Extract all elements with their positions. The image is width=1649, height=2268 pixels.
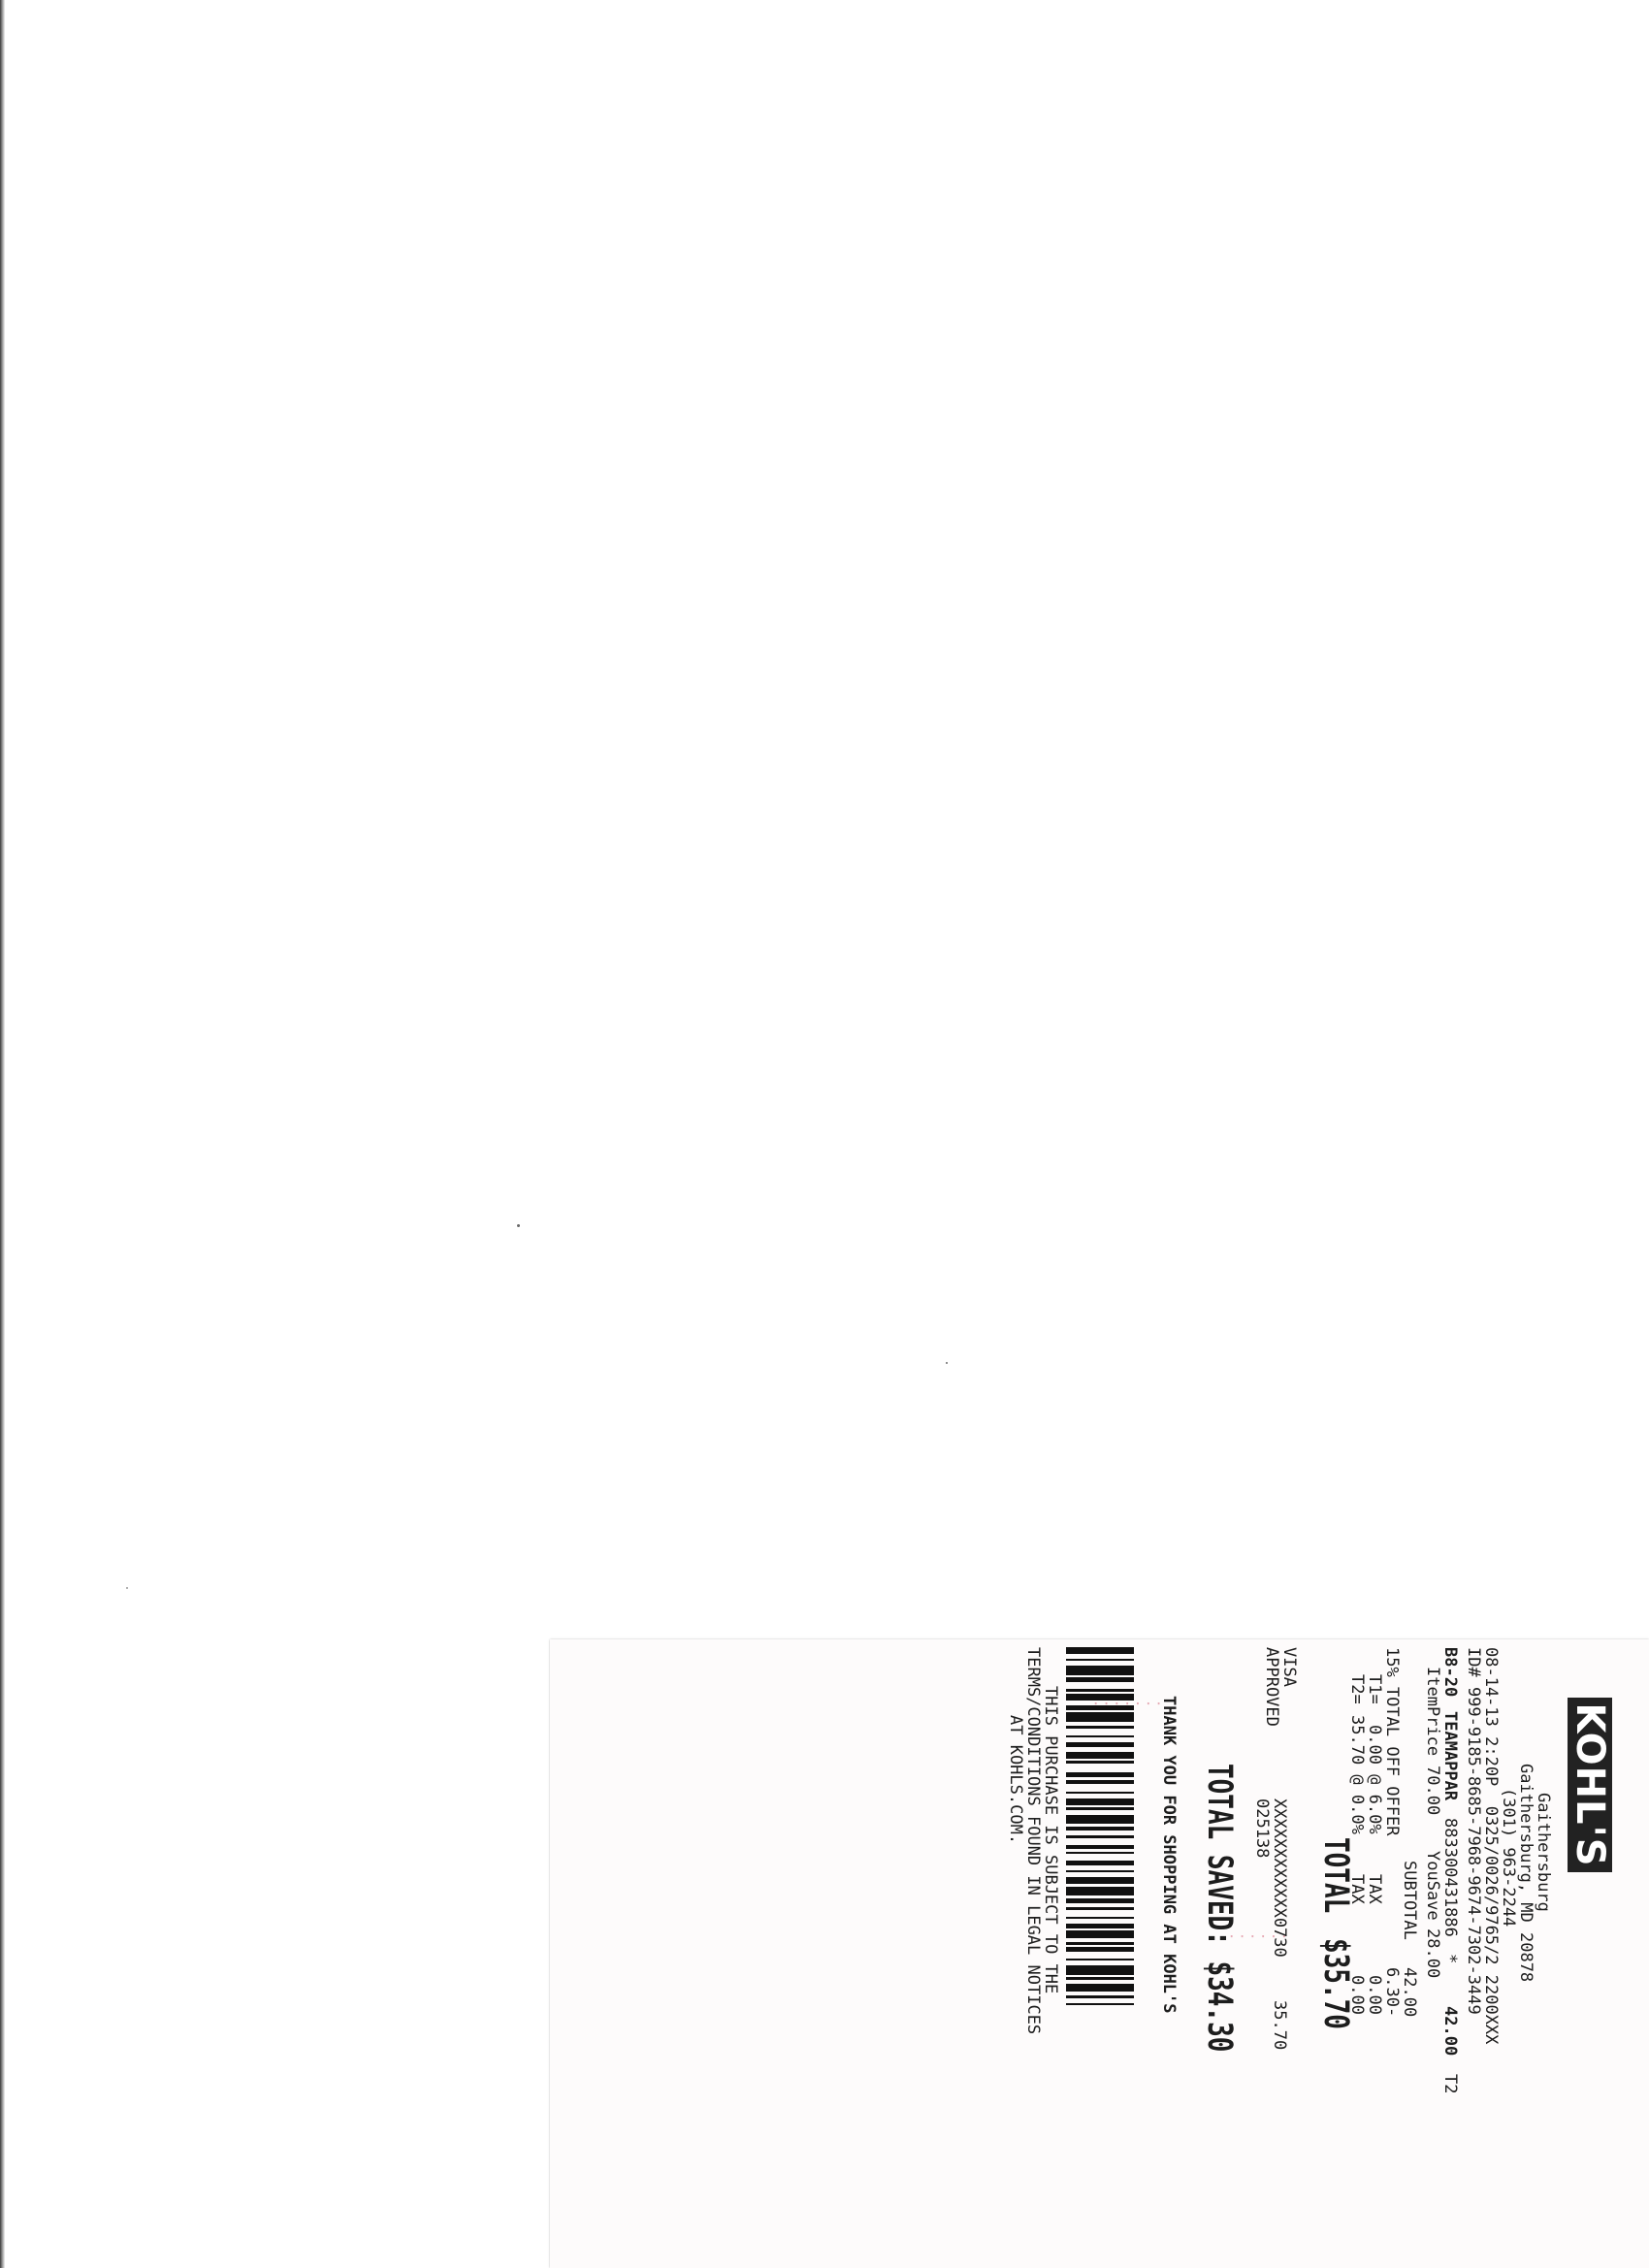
you-save-amount: 28.00 [1423, 1928, 1442, 1979]
t1-base: 0.00 @ 6.0% [1365, 1725, 1384, 1834]
scan-edge-shadow [0, 0, 5, 2268]
discount-label: 15% TOTAL OFF OFFER [1382, 1647, 1402, 1836]
total-amount: $35.70 [1315, 1938, 1356, 2029]
item-price: 42.00 [1440, 2006, 1460, 2057]
t1-label: T1= [1365, 1674, 1384, 1704]
store-phone: (301) 963-2244 [1499, 1788, 1518, 1928]
subtotal-amount: 42.00 [1400, 1967, 1419, 2018]
discount-amount: 6.30- [1382, 1967, 1402, 2018]
barcode-gap [1066, 1784, 1134, 1791]
store-city: Gaithersburg [1534, 1793, 1553, 1912]
t2-label: T2= [1347, 1674, 1367, 1704]
card-number: XXXXXXXXXXXX0730 [1270, 1798, 1289, 1958]
barcode-bar [1066, 1984, 1134, 1992]
barcode-bar [1066, 1965, 1134, 1975]
item-flag: * [1440, 1954, 1460, 1964]
barcode-bar [1066, 1666, 1134, 1675]
dust-speck [517, 1224, 520, 1227]
dust-speck [946, 1362, 948, 1364]
receipt-content: KOHL'S Gaithersburg Gaithersburg, MD 208… [565, 1647, 1612, 2229]
barcode-bar [1066, 1751, 1134, 1760]
barcode-bar [1066, 1814, 1134, 1825]
footer-line-1: THIS PURCHASE IS SUBJECT TO THE [1041, 1686, 1060, 1994]
barcode-gap [1066, 2005, 1134, 2012]
transaction-line: 08-14-13 2:20P 0325/0026/9765/2 2200XXX [1481, 1647, 1501, 2045]
barcode-bar [1066, 1930, 1134, 1938]
barcode-gap [1066, 1764, 1134, 1773]
barcode-gap [1066, 1854, 1134, 1861]
dust-speck [126, 1587, 128, 1589]
t1-tax-amount: 0.00 [1365, 1975, 1384, 2015]
scanned-page: . . . . . . . . . . . . . KOHL'S Gaither… [0, 0, 1649, 2268]
footer-line-3: AT KOHLS.COM. [1006, 1715, 1025, 1845]
receipt-barcode [1066, 1647, 1134, 2064]
barcode-bar [1066, 1693, 1134, 1701]
barcode-gap [1066, 1838, 1134, 1845]
receipt: . . . . . . . . . . . . . KOHL'S Gaither… [550, 1639, 1649, 2268]
item-sku: 883300431886 [1440, 1818, 1460, 1937]
store-logo: KOHL'S [1568, 1698, 1612, 1872]
barcode-bar [1066, 1886, 1134, 1896]
you-save-label: YouSave [1423, 1851, 1442, 1921]
barcode-bar [1066, 1877, 1134, 1885]
barcode-gap [1066, 1910, 1134, 1917]
item-price-label: ItemPrice [1423, 1667, 1442, 1757]
item-tax-code: T2 [1440, 2074, 1460, 2094]
total-label: TOTAL [1315, 1837, 1356, 1914]
barcode-gap [1066, 1682, 1134, 1689]
approval-code: 025138 [1252, 1798, 1272, 1859]
barcode-bar [1066, 1798, 1134, 1805]
barcode-bar [1066, 1647, 1134, 1655]
footer-line-2: TERMS/CONDITIONS FOUND IN LEGAL NOTICES [1023, 1647, 1043, 2035]
item-description: TEAMAPPAR [1440, 1711, 1460, 1801]
subtotal-label: SUBTOTAL [1400, 1861, 1419, 1940]
barcode-bar [1066, 1712, 1134, 1722]
t2-base: 35.70 @ 0.0% [1347, 1715, 1367, 1834]
payment-method: VISA [1279, 1647, 1299, 1687]
item-original-price: 70.00 [1423, 1766, 1442, 1816]
total-saved: TOTAL SAVED: $34.30 [1199, 1764, 1240, 2053]
approval-label: APPROVED [1262, 1647, 1281, 1727]
item-dept-code: B8-20 [1440, 1647, 1460, 1698]
store-address: Gaithersburg, MD 20878 [1516, 1764, 1536, 1983]
barcode-gap [1066, 1952, 1134, 1959]
barcode-gap [1066, 1729, 1134, 1735]
thank-you-message: THANK YOU FOR SHOPPING AT KOHL'S [1159, 1696, 1179, 2014]
payment-amount: 35.70 [1270, 2000, 1289, 2051]
t1-tax-label: TAX [1365, 1874, 1384, 1904]
customer-id: ID# 999-9185-8685-7968-9674-7302-3449 [1464, 1647, 1483, 2015]
